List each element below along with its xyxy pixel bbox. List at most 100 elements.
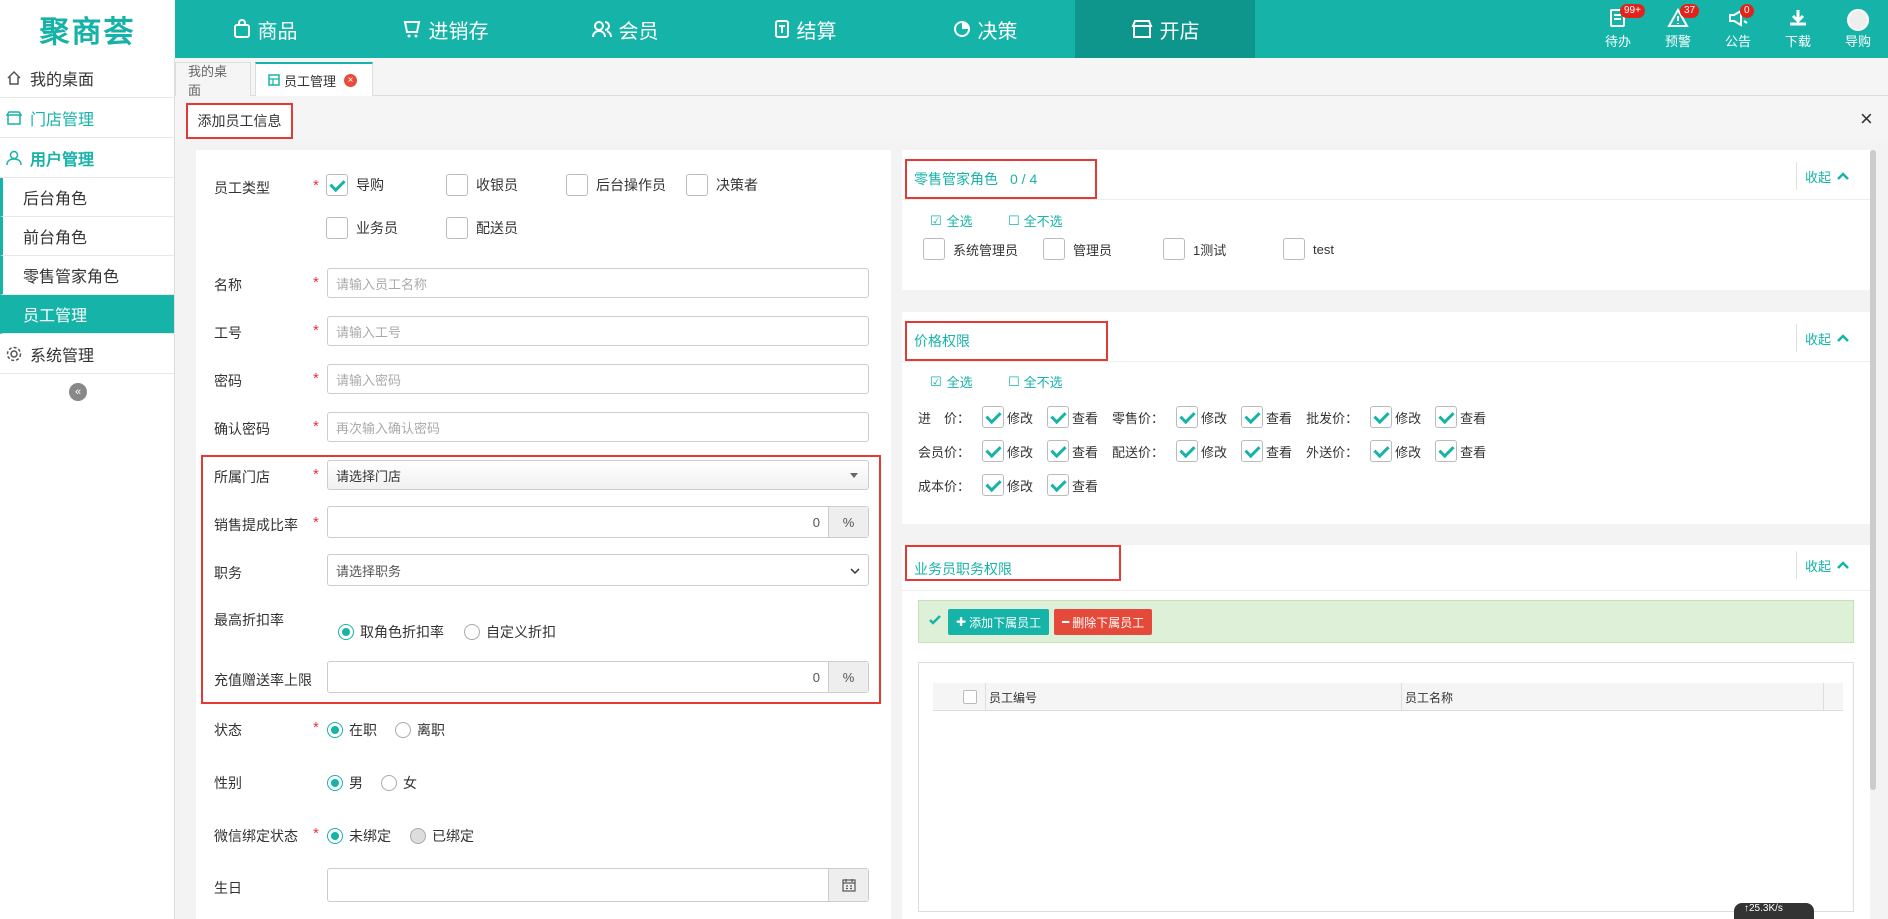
member-view-checkbox[interactable]: 查看	[1047, 440, 1098, 462]
retail-edit-checkbox[interactable]: 修改	[1176, 406, 1227, 428]
checkbox[interactable]	[963, 690, 977, 704]
checkbox-checked[interactable]	[1241, 440, 1264, 462]
nav-stock[interactable]: 进销存	[355, 0, 535, 58]
nav-goods[interactable]: 商品	[175, 0, 355, 58]
sales-collapse-button[interactable]: 收起	[1795, 551, 1850, 579]
wx-unbound-radio[interactable]: 未绑定	[327, 826, 391, 846]
select-all-checkbox[interactable]	[963, 683, 977, 711]
nav-decision[interactable]: 决策	[895, 0, 1075, 58]
status-on-radio[interactable]: 在职	[327, 720, 377, 740]
checkbox[interactable]	[446, 174, 468, 196]
job-select[interactable]: 请选择职务	[327, 554, 869, 586]
retail-view-checkbox[interactable]: 查看	[1241, 406, 1292, 428]
delete-subordinate-button[interactable]: ━ 删除下属员工	[1054, 609, 1153, 635]
takeout-view-checkbox[interactable]: 查看	[1435, 440, 1486, 462]
checkbox[interactable]	[446, 217, 468, 239]
sidebar-item-desk[interactable]: 我的桌面	[0, 58, 174, 98]
nav-members[interactable]: 会员	[535, 0, 715, 58]
discount-custom-radio[interactable]: 自定义折扣	[464, 622, 556, 642]
type-decider-checkbox[interactable]: 决策者	[686, 174, 758, 196]
tab-desk[interactable]: 我的桌面	[175, 62, 251, 98]
radio[interactable]	[381, 775, 397, 791]
checkbox-checked[interactable]	[982, 440, 1004, 462]
tab-staff[interactable]: 员工管理 ×	[255, 62, 373, 96]
role-test-checkbox[interactable]: test	[1283, 238, 1334, 260]
birth-input[interactable]	[327, 868, 869, 902]
delivery-view-checkbox[interactable]: 查看	[1241, 440, 1292, 462]
store-select[interactable]: 请选择门店	[327, 460, 869, 490]
sidebar-item-staff[interactable]: 员工管理	[0, 295, 174, 334]
commission-input[interactable]: 0 %	[327, 506, 869, 538]
name-input[interactable]: 请输入员工名称	[327, 268, 869, 298]
sidebar-collapse-icon[interactable]: «	[69, 383, 87, 401]
role-sysadmin-checkbox[interactable]: 系统管理员	[923, 238, 1018, 260]
type-guide-checkbox[interactable]: 导购	[326, 174, 384, 196]
wx-bound-radio[interactable]: 已绑定	[410, 826, 474, 846]
wholesale-view-checkbox[interactable]: 查看	[1435, 406, 1486, 428]
gender-female-radio[interactable]: 女	[381, 773, 417, 793]
checkbox[interactable]	[686, 174, 708, 196]
add-subordinate-button[interactable]: ✚ 添加下属员工	[948, 609, 1050, 635]
cost-view-checkbox[interactable]: 查看	[1047, 474, 1098, 496]
sidebar-item-system[interactable]: 系统管理	[0, 334, 174, 374]
pwd-input[interactable]: 请输入密码	[327, 364, 869, 394]
checkbox-checked[interactable]	[1435, 406, 1458, 428]
price-select-all[interactable]: ☑ 全选	[930, 372, 973, 391]
retail-select-all[interactable]: ☑ 全选	[930, 211, 973, 230]
scrollbar[interactable]	[1870, 150, 1876, 790]
user-menu[interactable]: 导购	[1828, 0, 1888, 58]
sidebar-item-backend-role[interactable]: 后台角色	[0, 178, 174, 217]
sidebar-item-front-role[interactable]: 前台角色	[0, 217, 174, 256]
download-button[interactable]: 下载	[1768, 0, 1828, 58]
sidebar-item-retail-role[interactable]: 零售管家角色	[0, 256, 174, 295]
purchase-view-checkbox[interactable]: 查看	[1047, 406, 1098, 428]
sidebar-item-store[interactable]: 门店管理	[0, 98, 174, 138]
retail-collapse-button[interactable]: 收起	[1795, 162, 1850, 190]
checkbox[interactable]	[1283, 238, 1305, 260]
sidebar-item-users[interactable]: 用户管理	[0, 138, 174, 178]
checkbox-checked[interactable]	[1435, 440, 1458, 462]
logo[interactable]: 聚商荟	[0, 0, 175, 58]
checkbox-checked[interactable]	[1047, 440, 1070, 462]
checkbox-checked[interactable]	[326, 174, 348, 196]
gender-male-radio[interactable]: 男	[327, 773, 363, 793]
tab-close-icon[interactable]: ×	[344, 73, 358, 87]
member-edit-checkbox[interactable]: 修改	[982, 440, 1033, 462]
checkbox-checked[interactable]	[1176, 406, 1199, 428]
pwd2-input[interactable]: 再次输入确认密码	[327, 412, 869, 442]
alert-button[interactable]: 37 预警	[1648, 0, 1708, 58]
checkbox-checked[interactable]	[1370, 406, 1393, 428]
status-off-radio[interactable]: 离职	[395, 720, 445, 740]
checkbox-checked[interactable]	[1241, 406, 1264, 428]
checkbox[interactable]	[1043, 238, 1065, 260]
no-input[interactable]: 请输入工号	[327, 316, 869, 346]
radio[interactable]	[395, 722, 411, 738]
discount-role-radio[interactable]: 取角色折扣率	[338, 622, 444, 642]
nav-settle[interactable]: 结算	[715, 0, 895, 58]
page-close-icon[interactable]: ×	[1860, 108, 1873, 130]
checkbox[interactable]	[1163, 238, 1185, 260]
todo-button[interactable]: 99+ 待办	[1588, 0, 1648, 58]
role-admin-checkbox[interactable]: 管理员	[1043, 238, 1112, 260]
recharge-input[interactable]: 0 %	[327, 661, 869, 693]
radio-disabled[interactable]	[410, 828, 426, 844]
takeout-edit-checkbox[interactable]: 修改	[1370, 440, 1421, 462]
type-backend-checkbox[interactable]: 后台操作员	[566, 174, 666, 196]
checkbox[interactable]	[326, 217, 348, 239]
retail-select-none[interactable]: ☐ 全不选	[1008, 211, 1063, 230]
nav-store[interactable]: 开店	[1075, 0, 1255, 58]
checkbox-checked[interactable]	[982, 406, 1004, 428]
radio-checked[interactable]	[327, 722, 343, 738]
role-test1-checkbox[interactable]: 1测试	[1163, 238, 1226, 260]
calendar-button[interactable]	[828, 869, 868, 901]
delivery-edit-checkbox[interactable]: 修改	[1176, 440, 1227, 462]
radio-checked[interactable]	[327, 828, 343, 844]
radio-checked[interactable]	[327, 775, 343, 791]
price-collapse-button[interactable]: 收起	[1795, 324, 1850, 352]
radio-checked[interactable]	[338, 624, 354, 640]
checkbox-checked[interactable]	[1370, 440, 1393, 462]
checkbox-checked[interactable]	[1047, 474, 1070, 496]
checkbox-checked[interactable]	[982, 474, 1004, 496]
checkbox-checked[interactable]	[1176, 440, 1199, 462]
type-cashier-checkbox[interactable]: 收银员	[446, 174, 518, 196]
